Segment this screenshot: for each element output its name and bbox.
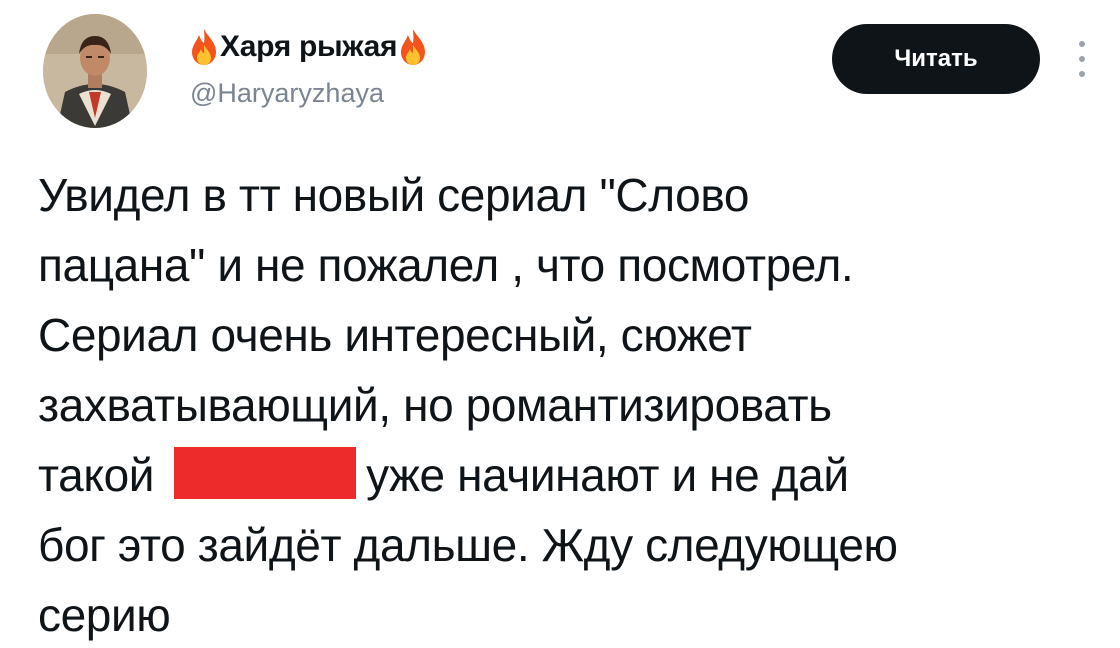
tweet-text-segment: уже начинают и не дай [366, 449, 849, 501]
display-name-text: Харя рыжая [220, 30, 398, 63]
author-handle[interactable]: @Haryaryzhaya [190, 78, 384, 109]
fire-icon [190, 28, 218, 66]
tweet-text-line: серию [38, 589, 171, 641]
avatar[interactable] [43, 14, 147, 128]
tweet-text-line: Сериал очень интересный, сюжет [38, 309, 752, 361]
tweet-text-line: Увидел в тт новый сериал "Слово [38, 169, 750, 221]
vertical-dots-icon[interactable] [1072, 38, 1092, 80]
author-display-name[interactable]: Харя рыжая [190, 25, 427, 69]
tweet-text: Увидел в тт новый сериал "Слово пацана" … [38, 160, 1068, 648]
tweet-text-segment: такой [38, 449, 155, 501]
tweet-text-line: такой уже начинают и не дай [38, 440, 1068, 510]
tweet-text-line: захватывающий, но романтизировать [38, 379, 832, 431]
fire-icon [399, 28, 427, 66]
tweet-text-line: бог это зайдёт дальше. Жду следующею [38, 519, 898, 571]
follow-button[interactable]: Читать [832, 24, 1040, 94]
redaction-block [174, 447, 357, 499]
avatar-portrait [43, 14, 147, 128]
tweet-text-line: пацана" и не пожалел , что посмотрел. [38, 239, 854, 291]
